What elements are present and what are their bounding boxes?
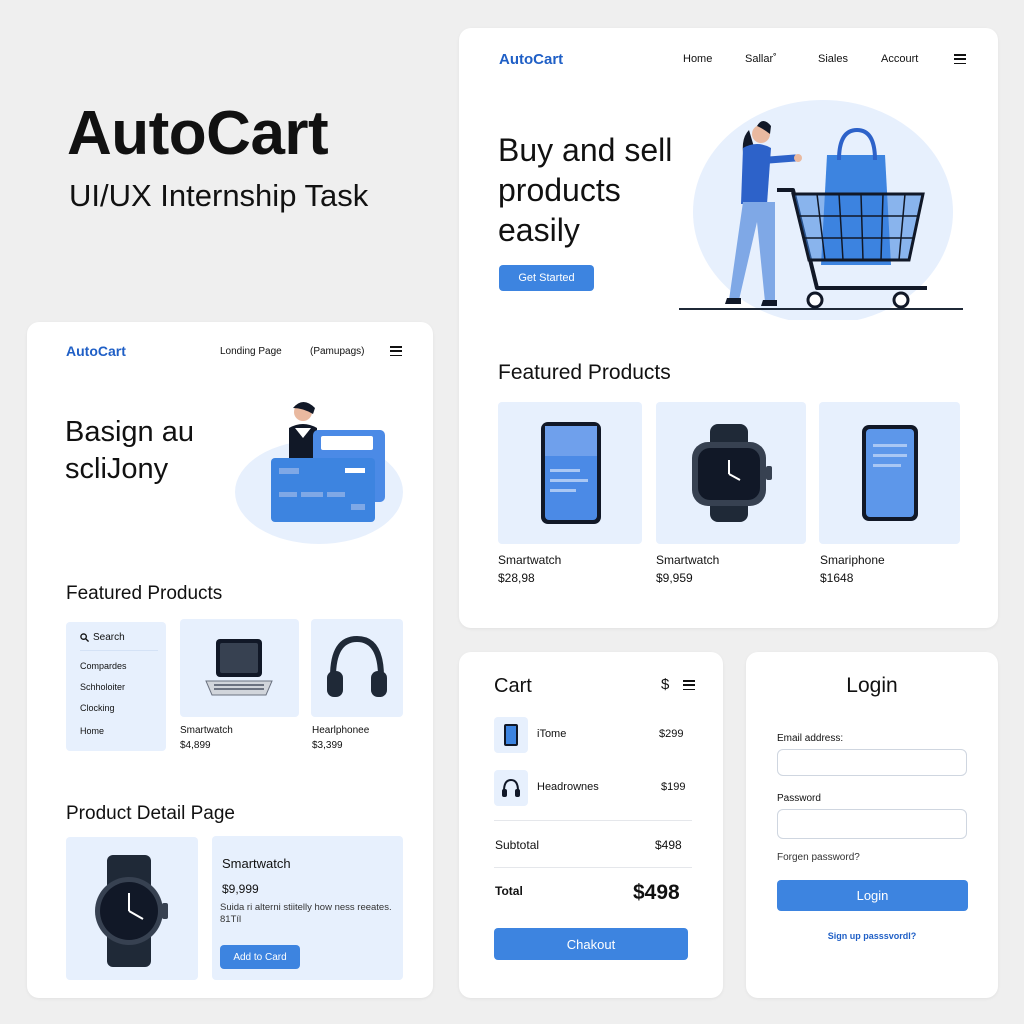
smartwatch-icon xyxy=(95,855,168,967)
nav-home[interactable]: Home xyxy=(683,53,712,65)
get-started-button[interactable]: Get Started xyxy=(499,265,594,291)
product-tile[interactable] xyxy=(311,619,403,717)
description-line: Suida ri alterni stiitelly how ness reea… xyxy=(220,902,392,913)
hero-line: Basign au xyxy=(65,416,194,448)
product-name: Smartwatch xyxy=(498,553,562,567)
nav-seller[interactable]: Sallar˚ xyxy=(745,53,777,65)
login-title: Login xyxy=(846,674,898,697)
smartphone-icon xyxy=(541,422,601,524)
cart-item-price: $199 xyxy=(661,781,686,793)
product-detail-title: Product Detail Page xyxy=(66,803,235,824)
landing-brand-logo[interactable]: AutoCart xyxy=(499,51,563,68)
mobile-hero-heading: Basign au scliJony xyxy=(65,414,194,488)
product-price: $4,899 xyxy=(180,740,211,751)
headphones-icon xyxy=(327,635,387,697)
cart-item-price: $299 xyxy=(659,728,684,740)
product-price: $28,98 xyxy=(498,571,535,585)
sidebar-item[interactable]: Compardes xyxy=(80,661,127,671)
hero-line: scliJony xyxy=(65,453,169,485)
nav-landing-page[interactable]: Londing Page xyxy=(220,346,282,357)
mobile-featured-title: Featured Products xyxy=(66,583,223,604)
hero-heading: Buy and sell products easily xyxy=(498,130,672,250)
hero-line: Buy and sell xyxy=(498,132,673,168)
product-price: $9,959 xyxy=(656,571,693,585)
hamburger-icon[interactable] xyxy=(390,346,402,356)
product-price: $1648 xyxy=(820,571,854,585)
checkout-button[interactable]: Chakout xyxy=(494,928,688,960)
shopping-cart-illustration xyxy=(679,100,963,320)
product-price: $3,399 xyxy=(312,740,343,751)
cart-item-thumbnail xyxy=(494,770,528,806)
description-line: 81Tíl xyxy=(220,914,242,925)
add-to-cart-button[interactable]: Add to Card xyxy=(220,945,300,969)
product-tile[interactable] xyxy=(498,402,642,544)
detail-image-tile xyxy=(66,837,198,980)
nav-account[interactable]: Accourt xyxy=(881,53,918,65)
login-button[interactable]: Login xyxy=(777,880,968,911)
landing-page-card: AutoCart Home Sallar˚ Siales Accourt Buy… xyxy=(459,28,998,628)
sidebar-item[interactable]: Clocking xyxy=(80,703,115,713)
hero-line: easily xyxy=(498,212,580,248)
hamburger-icon[interactable] xyxy=(683,680,695,690)
cart-card: Cart $ iTome $299 Headrownes $199 Subtot… xyxy=(459,652,723,998)
email-label: Email address: xyxy=(777,733,844,744)
sidebar-search-label: Search xyxy=(93,632,125,643)
nav-sales[interactable]: Siales xyxy=(818,53,848,65)
headphones-icon xyxy=(502,778,520,797)
sidebar-item[interactable]: Schholoiter xyxy=(80,682,125,692)
smartwatch-icon xyxy=(692,424,772,522)
mobile-brand-logo[interactable]: AutoCart xyxy=(66,343,126,359)
total-value: $498 xyxy=(633,881,680,904)
product-name: Smartwatch xyxy=(180,725,233,736)
hamburger-icon[interactable] xyxy=(954,54,966,64)
password-field[interactable] xyxy=(777,809,967,839)
main-title: AutoCart xyxy=(67,99,329,168)
cart-item-name: Headrownes xyxy=(537,781,599,793)
product-pages-card: AutoCart Londing Page (Pamupags) Basign … xyxy=(27,322,433,998)
product-tile[interactable] xyxy=(656,402,806,544)
email-field[interactable] xyxy=(777,749,967,776)
divider xyxy=(494,820,692,821)
currency-icon[interactable]: $ xyxy=(661,676,669,693)
detail-product-price: $9,999 xyxy=(222,882,259,896)
password-label: Password xyxy=(777,793,821,804)
detail-info-panel: Smartwatch $9,999 Suida ri alterni stiit… xyxy=(212,836,403,980)
product-name: Smartwatch xyxy=(656,553,720,567)
forgot-password-link[interactable]: Forgen password? xyxy=(777,852,860,863)
login-card: Login Email address: Password Forgen pas… xyxy=(746,652,998,998)
product-name: Smariphone xyxy=(820,553,885,567)
detail-description: Suida ri alterni stiitelly how ness reea… xyxy=(220,902,400,926)
featured-products-title: Featured Products xyxy=(498,361,671,384)
hero-line: products xyxy=(498,172,621,208)
subtotal-value: $498 xyxy=(655,838,682,852)
divider xyxy=(494,867,692,868)
search-icon xyxy=(80,633,89,642)
smartphone-icon xyxy=(862,425,918,521)
product-tile[interactable] xyxy=(819,402,960,544)
category-sidebar: Search Compardes Schholoiter Clocking Ho… xyxy=(66,622,166,751)
sidebar-divider xyxy=(80,650,158,651)
sidebar-item[interactable]: Home xyxy=(80,726,104,736)
total-label: Total xyxy=(495,884,523,898)
laptop-icon xyxy=(205,639,273,696)
nav-pages[interactable]: (Pamupags) xyxy=(310,346,364,357)
product-tile[interactable] xyxy=(180,619,299,717)
cart-item-name: iTome xyxy=(537,728,567,740)
detail-product-name: Smartwatch xyxy=(222,856,291,871)
sidebar-search[interactable]: Search xyxy=(80,632,125,643)
cart-item-thumbnail xyxy=(494,717,528,753)
subtitle: UI/UX Internship Task xyxy=(69,178,369,213)
credit-card-illustration xyxy=(235,402,403,544)
signup-link[interactable]: Sign up passsvordl? xyxy=(746,931,998,941)
subtotal-label: Subtotal xyxy=(495,838,540,852)
cart-title: Cart xyxy=(494,675,532,697)
product-name: Hearlphonee xyxy=(312,725,370,736)
phone-icon xyxy=(504,724,518,746)
